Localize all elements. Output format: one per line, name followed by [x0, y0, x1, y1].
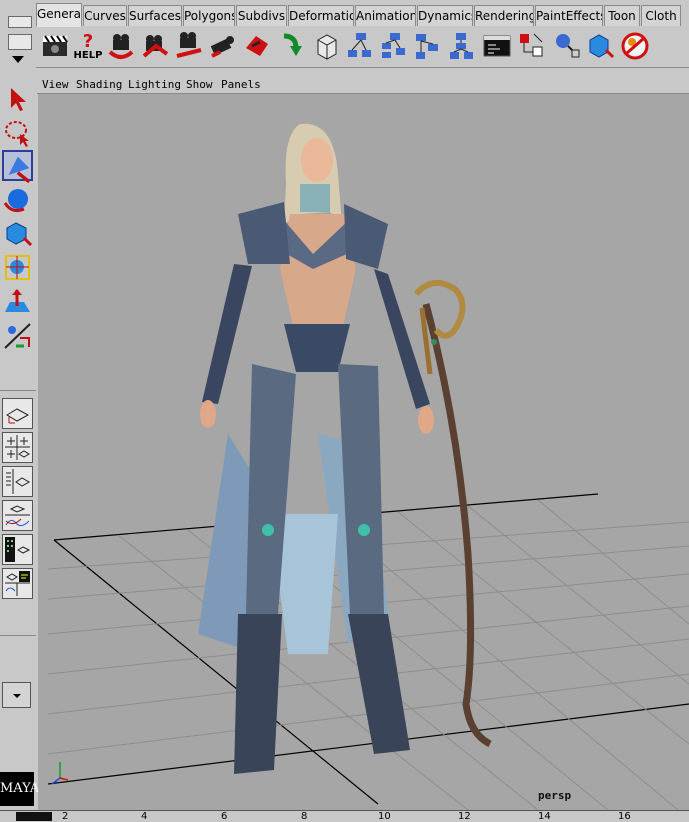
tab-general[interactable]: General — [36, 3, 82, 27]
time-slider[interactable]: 2 4 6 8 10 12 14 16 — [0, 810, 689, 822]
perspective-viewport[interactable] — [38, 94, 689, 810]
camera-tumble-icon[interactable] — [140, 30, 170, 62]
tab-toon[interactable]: Toon — [604, 5, 640, 26]
shelf-menu-arrow-icon[interactable] — [12, 56, 24, 63]
scale-icon[interactable] — [2, 218, 33, 249]
show-manipulator-icon[interactable] — [2, 320, 33, 351]
tab-cloth[interactable]: Cloth — [641, 5, 681, 26]
tab-animation[interactable]: Animation — [355, 5, 416, 26]
staff-model — [413, 280, 492, 748]
four-view-layout-icon[interactable] — [2, 432, 33, 463]
rotate-icon[interactable] — [2, 184, 33, 215]
sphere-node-icon[interactable] — [552, 30, 582, 62]
tab-surfaces[interactable]: Surfaces — [128, 5, 182, 26]
timeline-tick: 12 — [458, 811, 471, 822]
timeline-tick: 10 — [378, 811, 391, 822]
help-label: HELP — [73, 50, 103, 61]
help-button[interactable]: ? HELP — [73, 30, 103, 62]
character-model — [198, 123, 434, 774]
menu-lighting[interactable]: Lighting — [128, 76, 181, 93]
timeline-tick: 4 — [141, 811, 148, 822]
cube-icon[interactable] — [312, 30, 342, 62]
hierarchy-icon[interactable] — [412, 30, 442, 62]
hierarchy-icon[interactable] — [344, 30, 374, 62]
panel-menu-bar: View Shading Lighting Show Panels — [37, 76, 689, 94]
lasso-icon[interactable] — [2, 117, 33, 148]
connection-icon[interactable] — [516, 30, 546, 62]
menu-shading[interactable]: Shading — [76, 76, 122, 93]
shelf-option-field[interactable] — [8, 16, 32, 28]
outliner-persp-layout-icon[interactable] — [2, 466, 33, 497]
timeline-tick: 6 — [221, 811, 228, 822]
dropdown-arrow-icon — [13, 694, 21, 698]
tab-polygons[interactable]: Polygons — [183, 5, 235, 26]
graph-persp-layout-icon[interactable] — [2, 500, 33, 531]
soft-mod-icon[interactable] — [2, 286, 33, 317]
svg-text:?: ? — [83, 31, 93, 52]
timeline-tick: 14 — [538, 811, 551, 822]
tab-rendering[interactable]: Rendering — [474, 5, 534, 26]
camera-label: persp — [538, 789, 572, 802]
clapboard-icon[interactable] — [40, 30, 70, 62]
paint-select-icon[interactable] — [2, 150, 33, 183]
shelf-options-area — [0, 0, 36, 68]
tab-dynamics[interactable]: Dynamics — [417, 5, 473, 26]
menu-panels[interactable]: Panels — [221, 76, 261, 93]
shelf-tabs: General Curves Surfaces Polygons Subdivs… — [36, 3, 689, 28]
tab-painteffects[interactable]: PaintEffects — [535, 5, 603, 26]
axis-indicator — [51, 762, 69, 785]
tab-curves[interactable]: Curves — [83, 5, 127, 26]
hypershade-layout-icon[interactable] — [2, 534, 33, 565]
hierarchy-icon[interactable] — [446, 30, 476, 62]
menu-view[interactable]: View — [42, 76, 69, 93]
camera-aim-icon[interactable] — [242, 30, 272, 62]
tab-subdivs[interactable]: Subdivs — [236, 5, 287, 26]
layout-dropdown-button[interactable] — [2, 682, 31, 708]
shelf-option-field[interactable] — [8, 34, 32, 50]
script-editor-icon[interactable] — [482, 30, 512, 62]
timeline-tick: 16 — [618, 811, 631, 822]
timeline-tick: 8 — [301, 811, 308, 822]
shelf-bar: ? HELP — [36, 27, 689, 68]
tab-deformation[interactable]: Deformation — [288, 5, 354, 26]
render-gear-icon[interactable] — [620, 30, 650, 62]
menu-show[interactable]: Show — [186, 76, 213, 93]
hierarchy-icon[interactable] — [378, 30, 408, 62]
manipulator-icon[interactable] — [2, 252, 33, 283]
single-perspective-layout-icon[interactable] — [2, 398, 33, 429]
toolbox-divider — [0, 390, 36, 391]
select-arrow-icon[interactable] — [2, 84, 33, 115]
camera-track-icon[interactable] — [174, 30, 204, 62]
maya-logo: MAYA — [0, 772, 39, 806]
toolbox-divider — [0, 635, 36, 636]
render-persp-layout-icon[interactable] — [2, 568, 33, 599]
toolbox — [0, 80, 36, 820]
redo-arrow-icon[interactable] — [276, 30, 306, 62]
camera-undo-icon[interactable] — [106, 30, 136, 62]
timeline-tick: 2 — [62, 811, 69, 822]
cube-node-icon[interactable] — [586, 30, 616, 62]
camera-dolly-icon[interactable] — [208, 30, 238, 62]
